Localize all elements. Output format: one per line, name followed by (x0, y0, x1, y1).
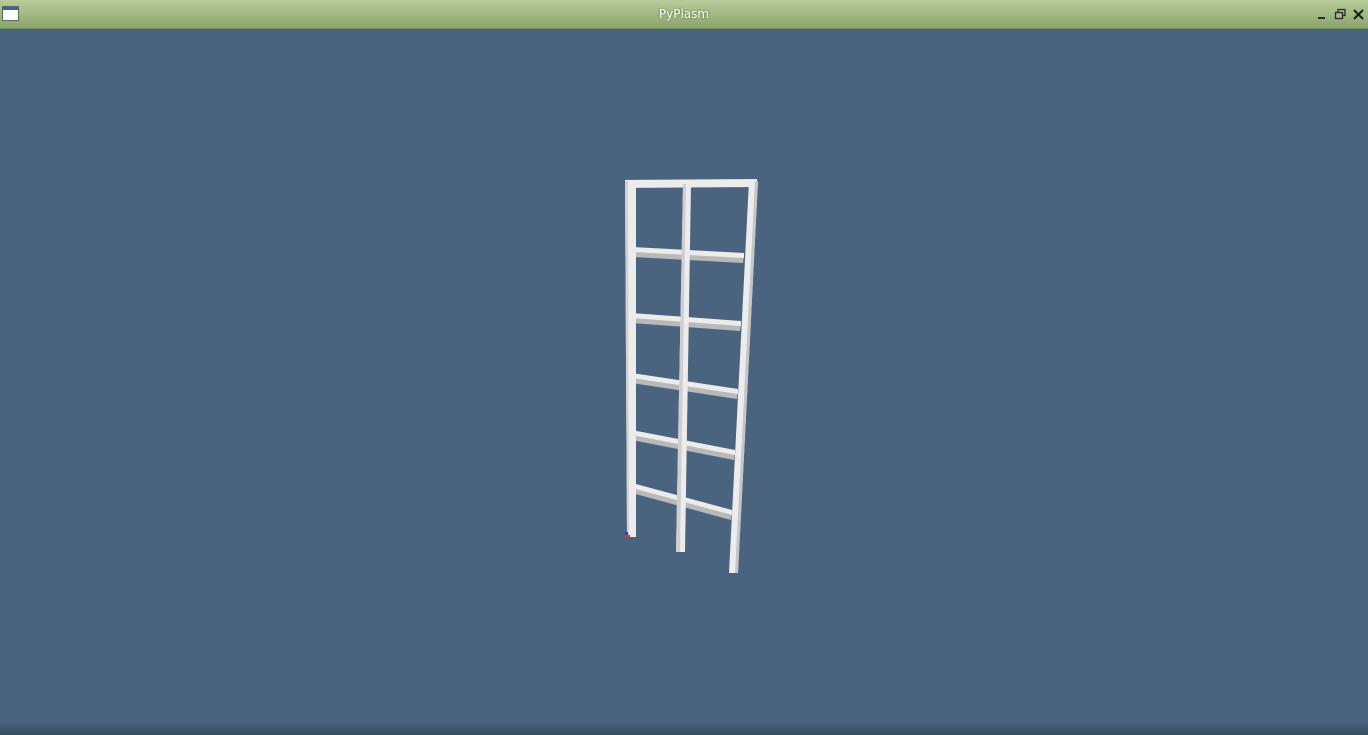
viewport-bottom-edge (0, 721, 1368, 735)
window-title: PyPlasm (658, 7, 710, 21)
maximize-button[interactable] (1334, 8, 1347, 21)
restore-icon (1334, 8, 1346, 20)
window-titlebar[interactable]: PyPlasm (0, 0, 1368, 29)
minimize-button[interactable] (1315, 8, 1328, 21)
frame-model (625, 179, 758, 573)
app-window-icon[interactable] (2, 6, 19, 21)
close-icon (1353, 9, 1364, 20)
close-button[interactable] (1352, 8, 1365, 21)
3d-viewport[interactable] (0, 29, 1368, 735)
minimize-icon (1318, 17, 1325, 19)
